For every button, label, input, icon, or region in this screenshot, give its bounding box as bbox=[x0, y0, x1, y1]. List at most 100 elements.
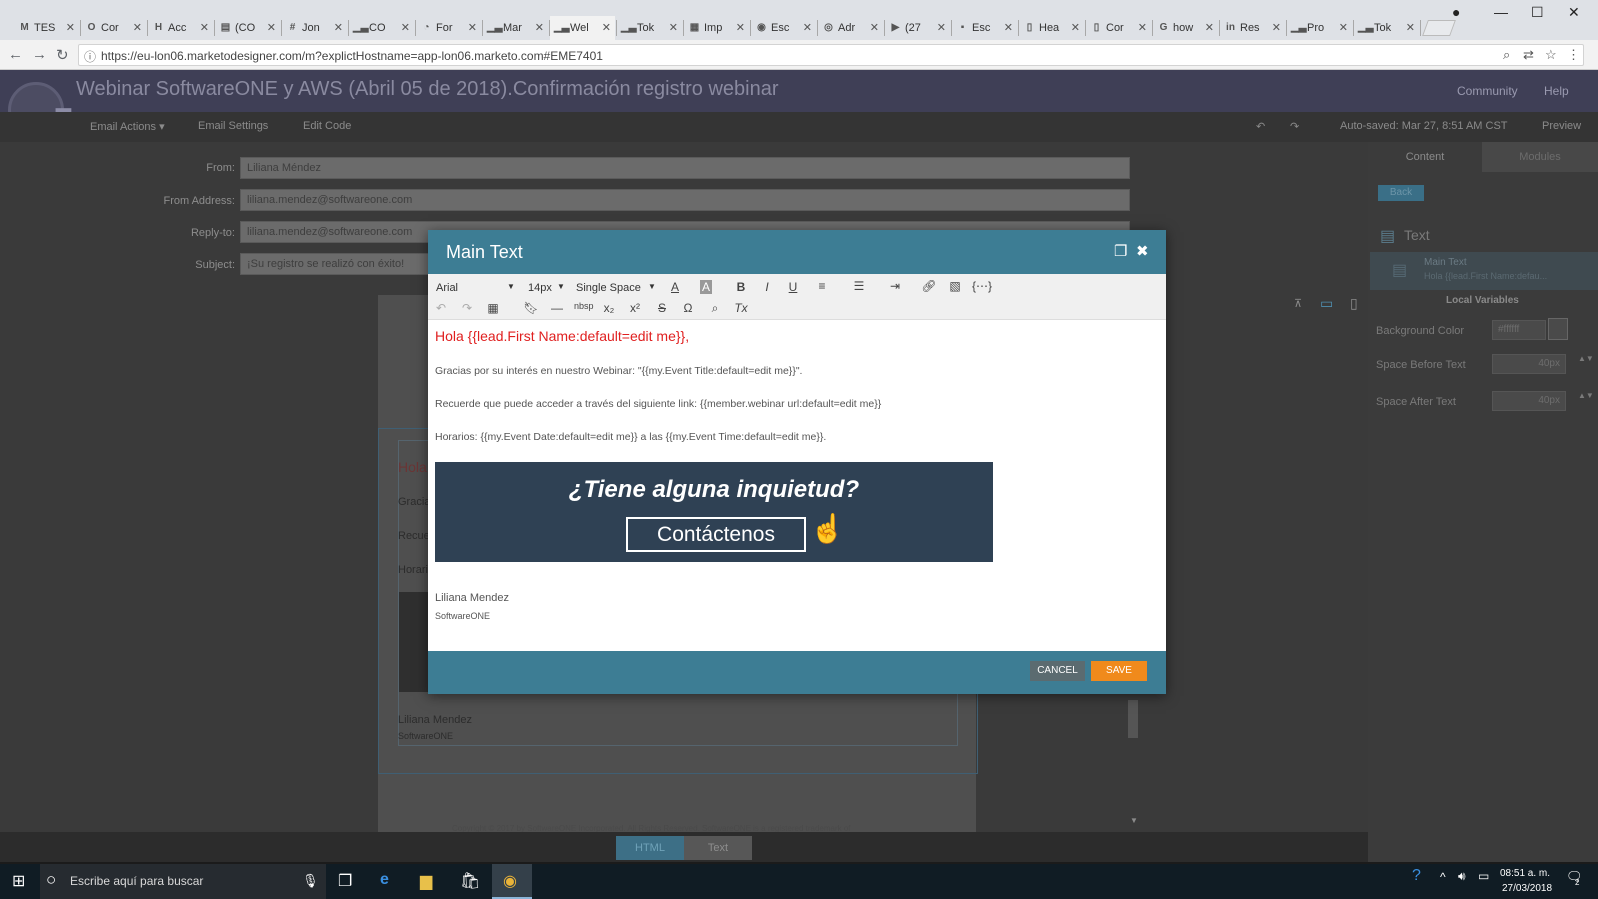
line-spacing-chevron-icon[interactable]: ▼ bbox=[648, 282, 656, 291]
close-window-icon[interactable]: ✕ bbox=[1568, 4, 1580, 21]
file-explorer-icon[interactable]: ▆ bbox=[420, 871, 432, 891]
underline-icon[interactable]: U bbox=[784, 280, 802, 294]
menu-icon[interactable]: ⋮ bbox=[1567, 47, 1580, 63]
url-input[interactable]: ⓘ https://eu-lon06.marketodesigner.com/m… bbox=[78, 44, 1584, 66]
maximize-icon[interactable]: ☐ bbox=[1531, 4, 1544, 21]
tab-close-icon[interactable]: ✕ bbox=[803, 21, 812, 34]
space-before-input[interactable]: 40px bbox=[1492, 354, 1566, 374]
clock-time[interactable]: 08:51 a. m. bbox=[1500, 868, 1550, 879]
windows-start-icon[interactable]: ⊞ bbox=[12, 871, 25, 891]
tab-close-icon[interactable]: ✕ bbox=[736, 21, 745, 34]
browser-tab[interactable]: # Jon ✕ bbox=[282, 16, 347, 40]
bg-color-input[interactable]: #ffffff bbox=[1492, 320, 1546, 340]
clock-date[interactable]: 27/03/2018 bbox=[1502, 883, 1552, 894]
close-dialog-icon[interactable]: ✖ bbox=[1136, 242, 1149, 260]
color-swatch[interactable] bbox=[1548, 318, 1568, 340]
editor-body[interactable]: Hola {{lead.First Name:default=edit me}}… bbox=[428, 321, 1166, 651]
link-icon[interactable]: 🔗︎ bbox=[920, 279, 938, 293]
mobile-view-icon[interactable]: ▯ bbox=[1350, 295, 1358, 312]
help-link[interactable]: Help bbox=[1544, 84, 1569, 98]
taskbar-search[interactable]: ○ Escribe aquí para buscar 🎙︎ bbox=[40, 864, 326, 899]
bookmark-icon[interactable]: 🔖︎ bbox=[522, 301, 540, 315]
restore-icon[interactable]: ❐ bbox=[1114, 242, 1127, 260]
scroll-down-icon[interactable]: ▼ bbox=[1130, 816, 1138, 825]
tab-modules[interactable]: Modules bbox=[1482, 142, 1598, 172]
browser-tab[interactable]: ▯ Cor ✕ bbox=[1086, 16, 1151, 40]
clear-formatting-icon[interactable]: Tx bbox=[732, 301, 750, 315]
browser-tab[interactable]: ◎ Adr ✕ bbox=[818, 16, 883, 40]
browser-tab[interactable]: ▶ (27 ✕ bbox=[885, 16, 950, 40]
reload-icon[interactable]: ↻ bbox=[56, 46, 69, 64]
save-button[interactable]: SAVE bbox=[1091, 661, 1147, 681]
token-icon[interactable]: {⋯} bbox=[972, 279, 992, 293]
bookmark-star-icon[interactable]: ☆ bbox=[1545, 47, 1557, 63]
tab-close-icon[interactable]: ✕ bbox=[401, 21, 410, 34]
undo-editor-icon[interactable]: ↶ bbox=[432, 301, 450, 315]
image-icon[interactable]: ▧ bbox=[946, 279, 964, 293]
tab-close-icon[interactable]: ✕ bbox=[66, 21, 75, 34]
contact-us-button[interactable]: Contáctenos bbox=[626, 517, 806, 552]
tab-text[interactable]: Text bbox=[684, 836, 752, 860]
translate-icon[interactable]: ⇄ bbox=[1523, 47, 1534, 63]
find-replace-icon[interactable]: ⌕ bbox=[706, 301, 724, 316]
browser-tab[interactable]: ▁▃ Tok ✕ bbox=[1354, 16, 1419, 40]
contact-banner-image[interactable]: ¿Tiene alguna inquietud? Contáctenos ☝ bbox=[435, 462, 993, 562]
tab-close-icon[interactable]: ✕ bbox=[1205, 21, 1214, 34]
bold-icon[interactable]: B bbox=[732, 280, 750, 294]
bullet-list-icon[interactable]: ☰ bbox=[850, 279, 868, 293]
forward-icon[interactable]: → bbox=[32, 46, 47, 63]
redo-icon[interactable]: ↷ bbox=[1290, 120, 1299, 133]
email-settings-button[interactable]: Email Settings bbox=[198, 120, 268, 132]
tab-close-icon[interactable]: ✕ bbox=[870, 21, 879, 34]
tab-close-icon[interactable]: ✕ bbox=[133, 21, 142, 34]
tab-close-icon[interactable]: ✕ bbox=[937, 21, 946, 34]
collapse-icon[interactable]: ⊼ bbox=[1294, 297, 1302, 310]
horizontal-rule-icon[interactable]: — bbox=[548, 301, 566, 315]
space-after-stepper-icon[interactable]: ▲▼ bbox=[1578, 391, 1594, 400]
tab-content[interactable]: Content bbox=[1368, 142, 1482, 172]
tab-close-icon[interactable]: ✕ bbox=[669, 21, 678, 34]
browser-tab[interactable]: ▤ (CO ✕ bbox=[215, 16, 280, 40]
tab-close-icon[interactable]: ✕ bbox=[535, 21, 544, 34]
network-icon[interactable]: ▭ bbox=[1478, 869, 1489, 883]
back-button[interactable]: Back bbox=[1378, 185, 1424, 201]
line-spacing-select[interactable]: Single Space bbox=[576, 282, 641, 294]
browser-tab[interactable]: ▁▃ Tok ✕ bbox=[617, 16, 682, 40]
cancel-button[interactable]: CANCEL bbox=[1030, 661, 1085, 681]
tab-close-icon[interactable]: ✕ bbox=[1339, 21, 1348, 34]
tab-close-icon[interactable]: ✕ bbox=[1071, 21, 1080, 34]
italic-icon[interactable]: I bbox=[758, 280, 776, 294]
edit-code-button[interactable]: Edit Code bbox=[303, 120, 351, 132]
minimize-icon[interactable]: — bbox=[1494, 4, 1508, 20]
strikethrough-icon[interactable]: S bbox=[653, 301, 671, 315]
superscript-icon[interactable]: x² bbox=[626, 301, 644, 315]
browser-tab[interactable]: ◉ Esc ✕ bbox=[751, 16, 816, 40]
font-family-select[interactable]: Arial bbox=[436, 282, 458, 294]
undo-icon[interactable]: ↶ bbox=[1256, 120, 1265, 133]
tab-close-icon[interactable]: ✕ bbox=[1406, 21, 1415, 34]
browser-tab[interactable]: M TES ✕ bbox=[14, 16, 79, 40]
info-icon[interactable]: ⓘ bbox=[84, 48, 96, 65]
space-before-stepper-icon[interactable]: ▲▼ bbox=[1578, 354, 1594, 363]
browser-tab[interactable]: ▯ Hea ✕ bbox=[1019, 16, 1084, 40]
tab-close-icon[interactable]: ✕ bbox=[1004, 21, 1013, 34]
zoom-icon[interactable]: ⌕ bbox=[1503, 47, 1510, 63]
new-tab-button[interactable] bbox=[1422, 20, 1456, 36]
table-icon[interactable]: ▦ bbox=[484, 301, 502, 315]
tab-close-icon[interactable]: ✕ bbox=[334, 21, 343, 34]
community-link[interactable]: Community bbox=[1457, 84, 1518, 98]
browser-tab[interactable]: ▁▃ Pro ✕ bbox=[1287, 16, 1352, 40]
microphone-icon[interactable]: 🎙︎ bbox=[302, 873, 319, 889]
browser-tab[interactable]: H Acc ✕ bbox=[148, 16, 213, 40]
align-icon[interactable]: ≡ bbox=[813, 279, 831, 293]
browser-tab[interactable]: ▁▃ Wel ✕ bbox=[550, 16, 615, 40]
nonbreaking-space-icon[interactable]: nbsp bbox=[574, 301, 594, 311]
help-tray-icon[interactable]: ? bbox=[1412, 867, 1421, 885]
from-address-field[interactable]: liliana.mendez@softwareone.com bbox=[240, 189, 1130, 211]
indent-icon[interactable]: ⇥ bbox=[886, 279, 904, 293]
store-icon[interactable]: 🛍︎ bbox=[460, 871, 480, 891]
redo-editor-icon[interactable]: ↷ bbox=[458, 301, 476, 315]
special-character-icon[interactable]: Ω bbox=[679, 301, 697, 315]
browser-tab[interactable]: Ghow ✕ bbox=[1153, 16, 1218, 40]
tab-close-icon[interactable]: ✕ bbox=[468, 21, 477, 34]
